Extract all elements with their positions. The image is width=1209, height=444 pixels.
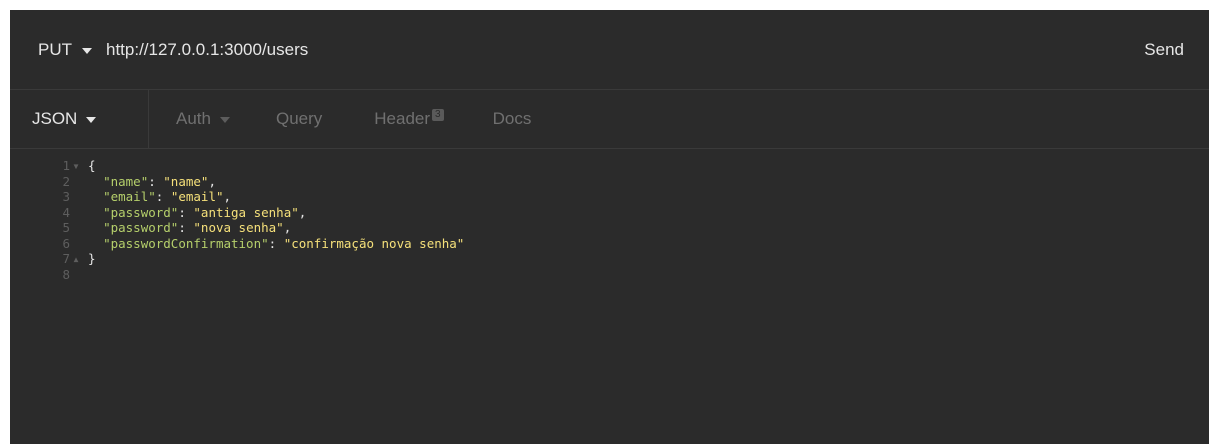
tab-header-text: Header — [374, 109, 431, 128]
json-value: "nova senha" — [193, 220, 284, 235]
line-number: 6 — [62, 235, 70, 251]
code-text: } — [88, 251, 96, 266]
chevron-down-icon — [82, 47, 92, 54]
code-line: 2 "name": "name", — [10, 174, 1209, 190]
request-panel: PUT Send JSON Auth Query Header3 Docs 1▾… — [10, 10, 1209, 444]
json-value: "confirmação nova senha" — [283, 235, 465, 251]
json-value: "antiga senha" — [193, 204, 299, 220]
line-number: 1 ▾ — [10, 158, 82, 174]
code-text: "password": "nova senha", — [103, 220, 292, 235]
code-line: 1 ▾ { — [10, 158, 1209, 174]
code-line: 3 "email": "email", — [10, 189, 1209, 205]
tab-query-label: Query — [275, 109, 323, 128]
tab-body-label: JSON — [32, 109, 78, 128]
tab-auth-label: Auth — [176, 109, 211, 128]
method-dropdown[interactable]: PUT — [10, 40, 106, 60]
line-number: 7 ▴ — [10, 251, 82, 267]
chevron-down-icon — [219, 117, 230, 123]
json-value: "name" — [163, 173, 209, 189]
url-input[interactable] — [106, 29, 1125, 70]
tab-body-json[interactable]: JSON — [10, 90, 149, 148]
json-key: "passwordConfirmation" — [103, 235, 269, 251]
json-key: "email" — [103, 189, 156, 204]
json-key: "name" — [103, 173, 149, 189]
tab-header[interactable]: Header 3 — [374, 90, 444, 148]
request-tabs: JSON Auth Query Header 3 Docs — [10, 90, 1209, 149]
code-line: 5 "password": "nova senha", — [10, 220, 1209, 236]
code-text: "passwordConfirmation": "confirmação nov… — [103, 235, 465, 251]
tab-auth[interactable]: Auth — [176, 90, 230, 148]
fold-arrow-icon: ▴ — [72, 251, 80, 266]
code-text: "password": "antiga senha", — [103, 204, 307, 220]
code-line: 7 ▴ } — [10, 251, 1209, 267]
tab-docs[interactable]: Docs — [493, 90, 532, 148]
line-number: 2 — [62, 173, 70, 189]
json-key: "password" — [103, 220, 179, 235]
code-text: { — [88, 158, 96, 173]
line-number: 5 — [62, 220, 70, 235]
line-number: 8 — [62, 266, 70, 282]
code-text: "name": "name", — [103, 173, 216, 189]
code-line: 6 "passwordConfirmation": "confirmação n… — [10, 236, 1209, 252]
code-line: 8 — [10, 267, 1209, 283]
tab-docs-label: Docs — [492, 109, 532, 128]
method-label: PUT — [38, 39, 72, 59]
tab-query[interactable]: Query — [276, 90, 322, 148]
json-editor[interactable]: 1 ▾ { 2 "name": "name", 3 "email": "email… — [10, 149, 1209, 282]
json-key: "password" — [103, 204, 179, 220]
line-number: 4 — [62, 204, 70, 220]
fold-arrow-icon[interactable]: ▾ — [70, 158, 82, 174]
chevron-down-icon — [86, 117, 97, 123]
code-line: 4 "password": "antiga senha", — [10, 205, 1209, 221]
send-button[interactable]: Send — [1124, 10, 1209, 89]
url-bar: PUT Send — [10, 10, 1209, 90]
line-number: 3 — [62, 189, 70, 204]
code-text: "email": "email", — [103, 189, 232, 204]
json-value: "email" — [170, 189, 224, 204]
tab-header-label: Header 3 — [374, 109, 444, 129]
header-count-badge: 3 — [432, 109, 444, 121]
